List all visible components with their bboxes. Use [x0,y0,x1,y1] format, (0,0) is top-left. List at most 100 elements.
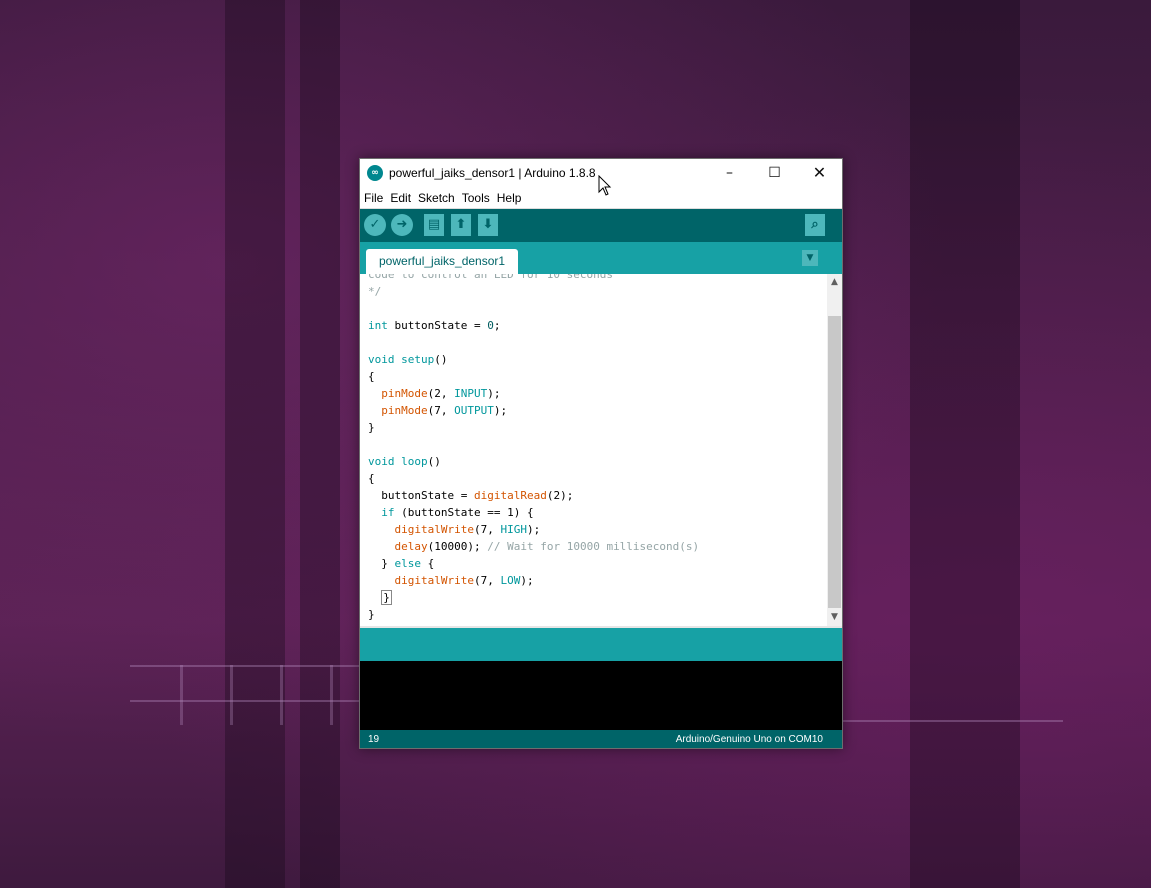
code-line: buttonState = digitalRead(2); [368,487,573,504]
check-icon: ✓ [369,217,381,232]
code-line: pinMode(7, OUTPUT); [368,402,507,419]
scroll-up-button[interactable]: ▲ [827,274,842,290]
code-token: LOW [500,574,521,587]
code-token: ); [493,404,508,417]
code-token: ); [526,523,541,536]
cursor-bracket: } [381,590,392,605]
code-token: digitalRead [473,489,547,502]
code-token: pinMode [381,387,428,400]
code-token: digitalWrite [394,523,474,536]
message-area [360,626,842,661]
code-token: (buttonState == 1) { [394,506,534,519]
menu-file[interactable]: File [361,189,386,208]
code-token: int [368,319,388,332]
code-token: delay [394,540,428,553]
code-line: { [368,368,375,385]
code-token: ; [493,319,501,332]
chevron-down-icon: ▼ [806,253,814,263]
code-token: (7, [473,574,501,587]
bg-post [280,665,283,725]
code-token: pinMode [381,404,428,417]
code-token: (2); [546,489,574,502]
menu-tools[interactable]: Tools [459,189,493,208]
code-line: } else { [368,555,434,572]
code-token: (7, [473,523,501,536]
status-footer: 19 Arduino/Genuino Uno on COM10 [360,730,842,748]
verify-button[interactable]: ✓ [364,214,386,236]
code-token: } [368,557,395,570]
vertical-scrollbar[interactable]: ▲ ▼ [827,274,842,626]
bg-rail [843,720,1063,722]
code-token: (2, [427,387,455,400]
scroll-thumb[interactable] [828,316,841,608]
code-token: 0 [487,319,494,332]
code-token: { [368,370,375,383]
bg-post [230,665,233,725]
menu-edit[interactable]: Edit [387,189,414,208]
new-sketch-button[interactable]: ▤ [424,214,444,236]
arduino-logo-icon: ∞ [367,165,383,181]
bg-rail [130,700,360,702]
magnifier-icon: ⌕ [811,217,819,232]
code-token: () [427,455,441,468]
code-token: buttonState = [387,319,488,332]
bg-post [330,665,333,725]
close-button[interactable]: ✕ [797,159,842,189]
code-line: */ [368,283,381,300]
bg-post [180,665,183,725]
bg-pillar [300,0,340,888]
new-file-icon: ▤ [427,217,441,232]
code-line: digitalWrite(7, HIGH); [368,521,541,538]
scroll-down-button[interactable]: ▼ [827,609,842,625]
code-token: setup [401,353,435,366]
open-button[interactable]: ⬆ [451,214,471,236]
code-token: (7, [427,404,455,417]
maximize-button[interactable]: ☐ [752,159,797,189]
code-token: digitalWrite [394,574,474,587]
code-line: int buttonState = 0; [368,317,500,334]
code-token: { [368,472,375,485]
tab-sketch[interactable]: powerful_jaiks_densor1 [366,249,519,274]
code-token: else [394,557,422,570]
code-token: ); [487,387,501,400]
bg-pillar [910,0,1020,888]
code-line: } [368,606,375,623]
bg-pillar [225,0,285,888]
tab-bar: powerful_jaiks_densor1 ▼ [360,242,842,274]
code-line-partial: code to control an LED for 10 seconds [368,274,614,281]
menu-help[interactable]: Help [494,189,525,208]
code-token: INPUT [454,387,488,400]
code-token: } [368,421,375,434]
code-token: OUTPUT [454,404,494,417]
save-button[interactable]: ⬇ [478,214,498,236]
code-line: void setup() [368,351,448,368]
code-line: void loop() [368,453,441,470]
code-token: } [368,608,375,621]
window-title: powerful_jaiks_densor1 | Arduino 1.8.8 [389,166,596,180]
line-number: 19 [368,734,380,745]
arduino-window: ∞ powerful_jaiks_densor1 | Arduino 1.8.8… [359,158,843,749]
tab-menu-button[interactable]: ▼ [802,250,818,266]
menu-sketch[interactable]: Sketch [415,189,458,208]
code-token: void [368,455,395,468]
serial-monitor-button[interactable]: ⌕ [805,214,825,236]
code-editor[interactable]: code to control an LED for 10 seconds */… [360,274,827,626]
code-token: ); [520,574,534,587]
code-token: void [368,353,395,366]
code-line: } [368,419,375,436]
arrow-right-icon: ➜ [396,217,408,232]
code-token: if [381,506,395,519]
code-token: { [421,557,435,570]
console-output[interactable] [360,661,842,730]
code-token: */ [368,285,382,298]
code-token: () [434,353,448,366]
minimize-button[interactable]: – [707,159,752,189]
code-line: delay(10000); // Wait for 10000 millisec… [368,538,700,555]
upload-button[interactable]: ➜ [391,214,413,236]
mouse-pointer-icon [598,175,612,196]
